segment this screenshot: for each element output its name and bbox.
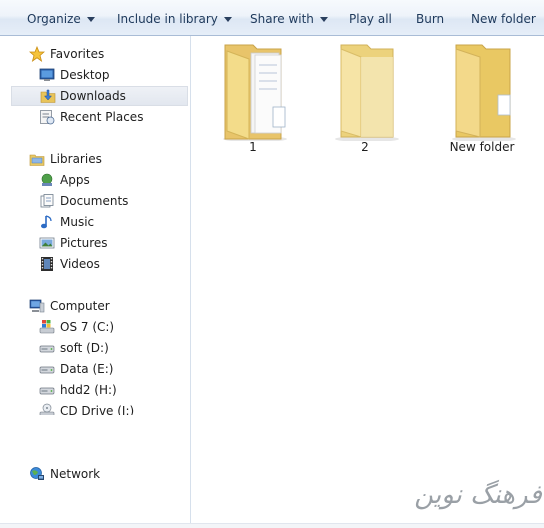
command-bar: Organize Include in library Share with P…	[0, 0, 544, 36]
nav-drive-e-label: Data (E:)	[60, 362, 114, 376]
organize-button[interactable]: Organize	[27, 11, 95, 27]
pictures-icon	[39, 237, 55, 249]
documents-icon	[40, 194, 54, 208]
hard-drive-icon	[39, 366, 55, 374]
nav-desktop-label: Desktop	[60, 68, 110, 82]
nav-computer-label: Computer	[50, 299, 110, 313]
folder-icon	[452, 44, 516, 141]
burn-button[interactable]: Burn	[416, 11, 444, 27]
folder-name: 1	[249, 140, 257, 154]
new-folder-button[interactable]: New folder	[471, 11, 536, 27]
nav-music-label: Music	[60, 215, 95, 229]
folder-item[interactable]: 2	[315, 41, 415, 161]
folder-item[interactable]: 1	[203, 41, 303, 161]
share-with-label: Share with	[250, 12, 314, 26]
chevron-down-icon	[319, 17, 328, 22]
folder-name: New folder	[449, 140, 515, 154]
watermark-logo: فرهنگ نوین	[414, 480, 542, 510]
nav-network-label: Network	[50, 467, 101, 481]
chevron-down-icon	[223, 17, 232, 22]
chevron-down-icon	[86, 17, 95, 22]
folder-with-files-icon	[223, 44, 287, 141]
desktop-icon	[39, 68, 55, 81]
nav-drive-c-label: OS 7 (C:)	[60, 320, 115, 334]
nav-pictures-label: Pictures	[60, 236, 108, 250]
hard-drive-icon	[39, 345, 55, 353]
nav-drive-d-label: soft (D:)	[60, 341, 109, 355]
libraries-icon	[29, 154, 45, 166]
network-icon	[30, 467, 44, 480]
hard-drive-icon	[39, 387, 55, 395]
nav-documents-label: Documents	[60, 194, 129, 208]
nav-apps-label: Apps	[60, 173, 90, 187]
star-icon	[29, 46, 45, 62]
nav-favorites-label: Favorites	[50, 47, 105, 61]
blank-region	[25, 415, 185, 457]
folder-name: 2	[361, 140, 369, 154]
include-in-library-button[interactable]: Include in library	[117, 11, 232, 27]
folder-item[interactable]: New folder	[432, 41, 532, 161]
nav-recent-places-label: Recent Places	[60, 110, 144, 124]
downloads-folder-icon	[40, 89, 56, 103]
share-with-button[interactable]: Share with	[250, 11, 328, 27]
nav-downloads-label: Downloads	[60, 89, 126, 103]
nav-drive-h-label: hdd2 (H:)	[60, 383, 117, 397]
include-in-library-label: Include in library	[117, 12, 218, 26]
computer-icon	[29, 299, 45, 313]
nav-downloads[interactable]: Downloads	[11, 86, 188, 106]
nav-videos-label: Videos	[60, 257, 100, 271]
windows-drive-icon	[39, 320, 55, 334]
status-edge	[0, 523, 544, 528]
file-list: 1 2 New folder	[191, 36, 544, 528]
play-all-button[interactable]: Play all	[349, 11, 392, 27]
folder-icon	[335, 44, 399, 141]
organize-label: Organize	[27, 12, 81, 26]
apps-library-icon	[41, 173, 53, 186]
videos-icon	[41, 257, 53, 271]
nav-libraries-label: Libraries	[50, 152, 102, 166]
music-icon	[41, 215, 52, 229]
recent-places-icon	[40, 110, 55, 125]
